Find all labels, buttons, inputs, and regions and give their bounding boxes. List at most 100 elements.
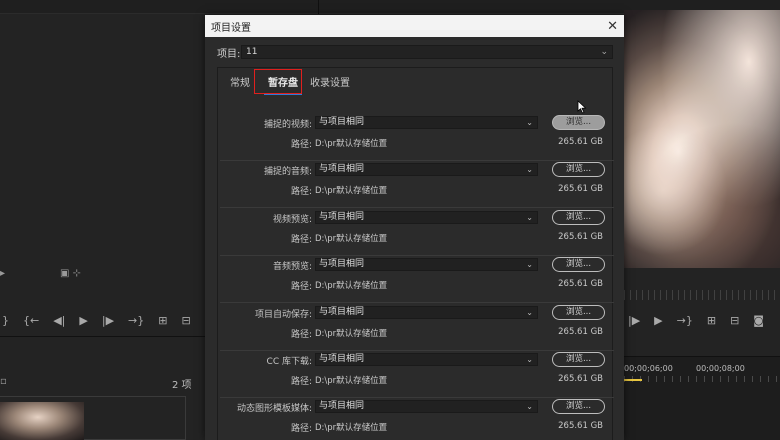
chevron-down-icon: ⌄ — [526, 165, 533, 174]
timeline-ruler[interactable] — [624, 376, 780, 382]
dialog-title: 项目设置 — [211, 22, 251, 34]
scratch-disk-label: 捕捉的音频: — [263, 167, 312, 177]
browse-button[interactable]: 浏览... — [552, 305, 605, 320]
mark-in-icon[interactable]: } — [2, 314, 9, 327]
settings-panel: 常规 暂存盘 收录设置 捕捉的视频: 与项目相同 ⌄ 浏览... 路径: D:\… — [217, 67, 614, 440]
play-icon[interactable]: ▶ — [79, 314, 87, 327]
path-value: D:\pr默认存储位置 — [315, 281, 388, 291]
scratch-disk-row: 视频预览: 与项目相同 ⌄ 浏览... 路径: D:\pr默认存储位置 265.… — [218, 208, 614, 256]
scratch-disk-value: 与项目相同 — [319, 401, 365, 411]
go-to-in-icon[interactable]: {← — [23, 314, 39, 327]
lift-icon[interactable]: ⊞ — [707, 314, 716, 327]
scratch-disk-row: 捕捉的视频: 与项目相同 ⌄ 浏览... 路径: D:\pr默认存储位置 265… — [218, 113, 614, 161]
program-step-forward-icon[interactable]: |▶ — [628, 314, 640, 327]
program-transport-controls: |▶ ▶ →} ⊞ ⊟ ◙ — [628, 311, 764, 329]
clip-thumbnail[interactable] — [0, 402, 84, 440]
path-value: D:\pr默认存储位置 — [315, 234, 388, 244]
scratch-disk-row: 动态图形模板媒体: 与项目相同 ⌄ 浏览... 路径: D:\pr默认存储位置 … — [218, 397, 614, 440]
path-value: D:\pr默认存储位置 — [315, 139, 388, 149]
step-back-icon[interactable]: ◀| — [53, 314, 65, 327]
scratch-disk-label: 视频预览: — [272, 215, 312, 225]
tab-bar: 常规 暂存盘 收录设置 — [226, 77, 354, 95]
scratch-disk-label: 项目自动保存: — [254, 310, 312, 320]
path-value: D:\pr默认存储位置 — [315, 376, 388, 386]
chevron-down-icon: ⌄ — [526, 308, 533, 317]
free-space-value: 265.61 GB — [558, 232, 603, 242]
scratch-disk-value: 与项目相同 — [319, 354, 365, 364]
browse-button[interactable]: 浏览... — [552, 257, 605, 272]
path-value: D:\pr默认存储位置 — [315, 186, 388, 196]
scratch-disk-dropdown[interactable]: 与项目相同 ⌄ — [315, 116, 538, 129]
path-label: 路径: — [290, 330, 312, 340]
step-forward-icon[interactable]: |▶ — [102, 314, 114, 327]
panel-divider — [0, 336, 205, 337]
scratch-disk-value: 与项目相同 — [319, 259, 365, 269]
free-space-value: 265.61 GB — [558, 184, 603, 194]
close-icon[interactable]: ✕ — [607, 20, 618, 33]
program-next-icon[interactable]: →} — [677, 314, 693, 327]
scratch-disk-row: 音频预览: 与项目相同 ⌄ 浏览... 路径: D:\pr默认存储位置 265.… — [218, 255, 614, 303]
chevron-down-icon: ⌄ — [526, 118, 533, 127]
path-label: 路径: — [290, 282, 312, 292]
path-value: D:\pr默认存储位置 — [315, 329, 388, 339]
free-space-value: 265.61 GB — [558, 279, 603, 289]
work-area-bar[interactable] — [624, 379, 642, 381]
timecode-label: 00;00;08;00 — [696, 364, 745, 373]
browse-button[interactable]: 浏览... — [552, 399, 605, 414]
scratch-disk-value: 与项目相同 — [319, 307, 365, 317]
go-to-out-icon[interactable]: →} — [128, 314, 144, 327]
timecode-label: 00;00;06;00 — [624, 364, 673, 373]
scratch-disk-dropdown[interactable]: 与项目相同 ⌄ — [315, 211, 538, 224]
tab-ingest-settings[interactable]: 收录设置 — [306, 77, 354, 95]
tab-scratch-disks[interactable]: 暂存盘 — [264, 77, 302, 95]
project-value: 11 — [246, 47, 258, 57]
project-label: 项目: — [217, 49, 241, 60]
chevron-down-icon: ⌄ — [526, 260, 533, 269]
scratch-disk-label: 动态图形模板媒体: — [236, 404, 312, 414]
path-label: 路径: — [290, 187, 312, 197]
free-space-value: 265.61 GB — [558, 137, 603, 147]
browse-button[interactable]: 浏览... — [552, 210, 605, 225]
insert-icon[interactable]: ⊞ — [158, 314, 167, 327]
free-space-value: 265.61 GB — [558, 327, 603, 337]
scratch-disk-row: 项目自动保存: 与项目相同 ⌄ 浏览... 路径: D:\pr默认存储位置 26… — [218, 303, 614, 351]
scratch-disk-row: CC 库下载: 与项目相同 ⌄ 浏览... 路径: D:\pr默认存储位置 26… — [218, 350, 614, 398]
free-space-value: 265.61 GB — [558, 421, 603, 431]
path-label: 路径: — [290, 377, 312, 387]
scratch-disk-dropdown[interactable]: 与项目相同 ⌄ — [315, 258, 538, 271]
scratch-disk-value: 与项目相同 — [319, 164, 365, 174]
scratch-disk-dropdown[interactable]: 与项目相同 ⌄ — [315, 400, 538, 413]
bin-icon: ▫ — [0, 376, 7, 387]
source-transport-controls: } {← ◀| ▶ |▶ →} ⊞ ⊟ ◙ — [2, 311, 215, 329]
project-dropdown[interactable]: 11 ⌄ — [241, 45, 613, 59]
chevron-down-icon: ⌄ — [600, 47, 608, 57]
path-value: D:\pr默认存储位置 — [315, 423, 388, 433]
source-play-indicator-icon: ▸ — [0, 268, 6, 279]
tab-general[interactable]: 常规 — [226, 77, 254, 95]
path-label: 路径: — [290, 235, 312, 245]
program-export-frame-icon[interactable]: ◙ — [753, 314, 764, 327]
scratch-disk-dropdown[interactable]: 与项目相同 ⌄ — [315, 306, 538, 319]
chevron-down-icon: ⌄ — [526, 355, 533, 364]
source-settings-icon[interactable]: ▣ ⊹ — [60, 268, 81, 279]
scratch-disk-label: CC 库下载: — [266, 357, 312, 367]
overwrite-icon[interactable]: ⊟ — [181, 314, 190, 327]
browse-button[interactable]: 浏览... — [552, 115, 605, 130]
project-row: 项目: — [217, 45, 240, 60]
path-label: 路径: — [290, 424, 312, 434]
extract-icon[interactable]: ⊟ — [730, 314, 739, 327]
dialog-titlebar[interactable]: 项目设置 ✕ — [205, 15, 624, 37]
scratch-disk-dropdown[interactable]: 与项目相同 ⌄ — [315, 353, 538, 366]
scratch-disk-value: 与项目相同 — [319, 117, 365, 127]
scratch-disk-label: 捕捉的视频: — [263, 120, 312, 130]
free-space-value: 265.61 GB — [558, 374, 603, 384]
browse-button[interactable]: 浏览... — [552, 162, 605, 177]
browse-button[interactable]: 浏览... — [552, 352, 605, 367]
program-play-icon[interactable]: ▶ — [654, 314, 662, 327]
panel-splitter[interactable] — [318, 0, 319, 14]
path-label: 路径: — [290, 140, 312, 150]
scratch-disk-dropdown[interactable]: 与项目相同 ⌄ — [315, 163, 538, 176]
chevron-down-icon: ⌄ — [526, 213, 533, 222]
scratch-disk-label: 音频预览: — [272, 262, 312, 272]
program-monitor-video — [624, 10, 780, 268]
